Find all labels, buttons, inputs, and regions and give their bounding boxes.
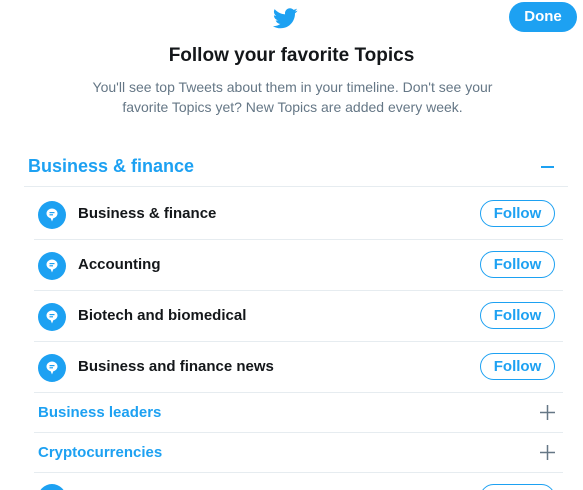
topic-bubble-icon <box>38 252 66 280</box>
expand-plus-icon[interactable] <box>540 445 555 460</box>
topic-row-partial <box>34 474 563 490</box>
topic-row: Accounting Follow <box>34 240 563 291</box>
follow-button[interactable]: Follow <box>480 302 555 329</box>
subcategory-label: Business leaders <box>38 404 162 421</box>
follow-button-partial[interactable] <box>480 484 555 490</box>
section-header-business-finance[interactable]: Business & finance <box>24 146 568 187</box>
done-button[interactable]: Done <box>509 2 577 32</box>
topic-row: Biotech and biomedical Follow <box>34 291 563 342</box>
topic-label: Accounting <box>78 256 161 273</box>
follow-topics-page: Done Follow your favorite Topics You'll … <box>0 0 583 490</box>
follow-button[interactable]: Follow <box>480 353 555 380</box>
topic-label: Biotech and biomedical <box>78 307 247 324</box>
topic-row: Business & finance Follow <box>34 189 563 240</box>
topic-bubble-icon <box>40 484 64 490</box>
page-title: Follow your favorite Topics <box>168 45 415 66</box>
topic-bubble-icon <box>38 354 66 382</box>
section-title: Business & finance <box>28 156 195 176</box>
topic-label: Business & finance <box>78 205 217 222</box>
top-bar: Done <box>0 0 583 36</box>
follow-button[interactable]: Follow <box>480 251 555 278</box>
subcategory-label: Cryptocurrencies <box>38 444 163 461</box>
follow-button[interactable]: Follow <box>480 200 555 227</box>
page-subtitle: You'll see top Tweets about them in your… <box>92 79 493 115</box>
twitter-bird-icon <box>273 8 298 29</box>
topic-label: Business and finance news <box>78 358 274 375</box>
topic-bubble-icon <box>38 201 66 229</box>
topic-bubble-icon <box>38 303 66 331</box>
subcategory-row-cryptocurrencies[interactable]: Cryptocurrencies <box>34 433 563 473</box>
expand-plus-icon[interactable] <box>540 405 555 420</box>
collapse-minus-icon[interactable] <box>541 166 554 168</box>
subcategory-row-business-leaders[interactable]: Business leaders <box>34 393 563 433</box>
topic-row: Business and finance news Follow <box>34 342 563 393</box>
